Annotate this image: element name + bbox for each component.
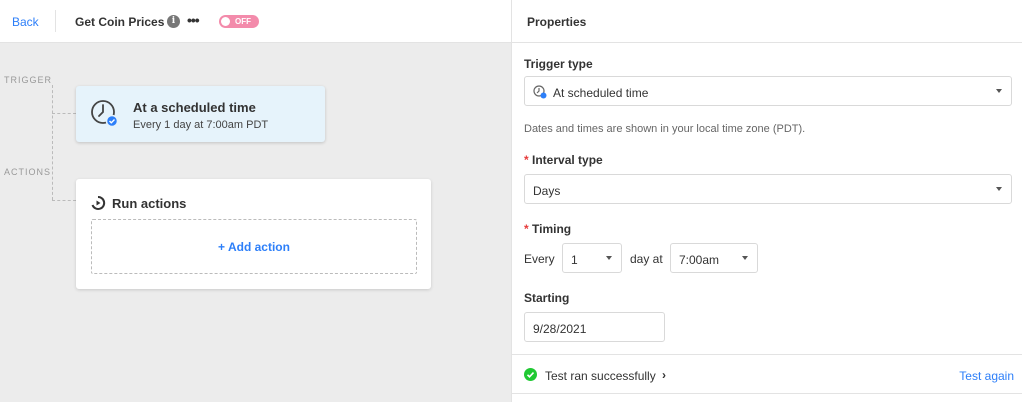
chevron-down-icon xyxy=(996,89,1002,93)
properties-header: Properties xyxy=(512,0,1022,43)
add-action-label: + Add action xyxy=(218,240,290,254)
automation-title[interactable]: Get Coin Prices xyxy=(75,15,164,29)
connector-line xyxy=(52,200,76,201)
trigger-type-label: Trigger type xyxy=(524,57,593,71)
timing-label: * Timing xyxy=(524,222,571,236)
more-options-button[interactable]: ••• xyxy=(187,12,200,28)
toggle-knob xyxy=(221,17,230,26)
required-mark: * xyxy=(524,153,529,167)
top-bar: Back Get Coin Prices i ••• OFF xyxy=(0,0,511,43)
connector-line xyxy=(52,113,76,114)
test-footer: Test ran successfully › Test again xyxy=(512,354,1022,394)
actions-card: Run actions + Add action xyxy=(76,179,431,289)
clock-icon xyxy=(533,85,547,102)
test-status[interactable]: Test ran successfully xyxy=(545,369,656,383)
automation-toggle[interactable]: OFF xyxy=(219,15,259,28)
workflow-canvas: Back Get Coin Prices i ••• OFF TRIGGER A… xyxy=(0,0,511,402)
time-select[interactable]: 7:00am xyxy=(670,243,758,273)
check-circle-icon xyxy=(524,368,537,381)
interval-type-value: Days xyxy=(533,184,561,198)
every-label: Every xyxy=(524,252,555,266)
divider xyxy=(55,10,56,32)
every-count-value: 1 xyxy=(571,253,578,267)
test-again-button[interactable]: Test again xyxy=(959,369,1014,383)
starting-date-value: 9/28/2021 xyxy=(533,322,587,336)
trigger-card[interactable]: At a scheduled time Every 1 day at 7:00a… xyxy=(76,86,325,142)
clock-icon xyxy=(90,99,120,132)
every-count-select[interactable]: 1 xyxy=(562,243,622,273)
interval-type-select[interactable]: Days xyxy=(524,174,1012,204)
timezone-hint: Dates and times are shown in your local … xyxy=(524,123,806,135)
connector-line xyxy=(52,85,53,200)
actions-section-label: ACTIONS xyxy=(4,167,52,177)
timing-label-text: Timing xyxy=(532,222,572,236)
chevron-down-icon xyxy=(606,256,612,260)
trigger-type-select[interactable]: At scheduled time xyxy=(524,76,1012,106)
toggle-label: OFF xyxy=(235,17,251,26)
back-link[interactable]: Back xyxy=(12,15,39,29)
time-value: 7:00am xyxy=(679,253,720,267)
info-icon[interactable]: i xyxy=(167,15,180,28)
starting-date-input[interactable]: 9/28/2021 xyxy=(524,312,665,342)
interval-type-label: * Interval type xyxy=(524,153,603,167)
add-action-button[interactable]: + Add action xyxy=(91,219,417,274)
properties-title: Properties xyxy=(527,15,587,29)
chevron-right-icon[interactable]: › xyxy=(662,368,666,382)
trigger-title: At a scheduled time xyxy=(133,100,256,115)
trigger-type-value: At scheduled time xyxy=(553,86,649,100)
starting-label: Starting xyxy=(524,291,570,305)
day-at-label: day at xyxy=(630,252,663,266)
chevron-down-icon xyxy=(996,187,1002,191)
chevron-down-icon xyxy=(742,256,748,260)
run-actions-icon xyxy=(90,195,106,214)
required-mark: * xyxy=(524,222,529,236)
run-actions-title: Run actions xyxy=(112,196,187,211)
properties-panel: Properties Trigger type At scheduled tim… xyxy=(511,0,1022,402)
interval-type-label-text: Interval type xyxy=(532,153,603,167)
trigger-subtitle: Every 1 day at 7:00am PDT xyxy=(133,119,269,131)
trigger-section-label: TRIGGER xyxy=(4,75,53,85)
